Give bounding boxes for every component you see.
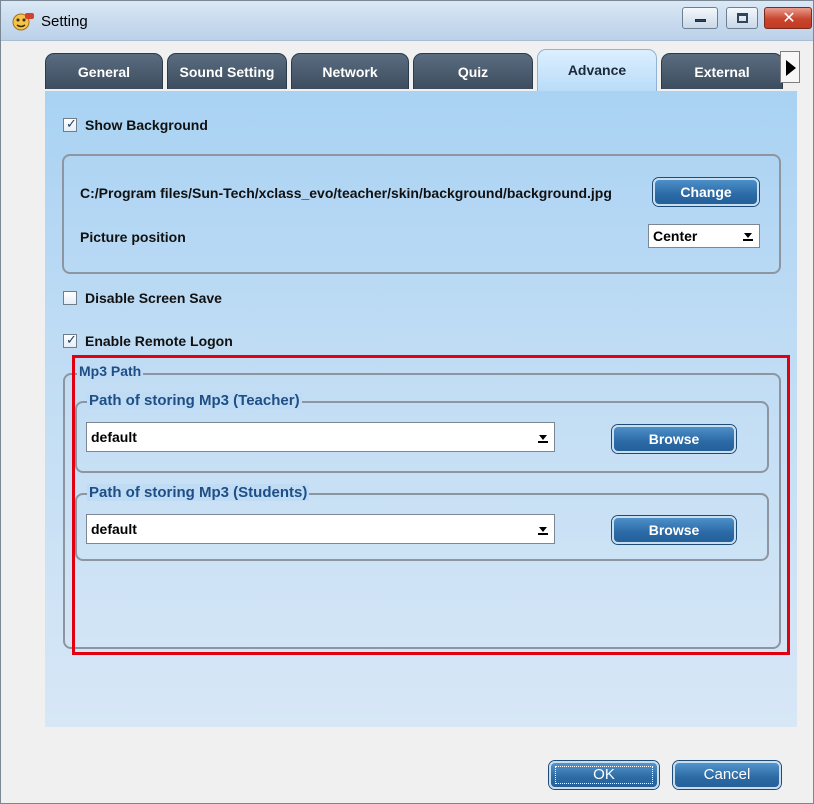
window-title: Setting bbox=[41, 13, 88, 30]
disable-screen-save-label: Disable Screen Save bbox=[85, 290, 222, 306]
show-background-option[interactable]: ✓ Show Background bbox=[63, 115, 208, 135]
dropdown-arrow-icon bbox=[739, 225, 757, 247]
focus-ring bbox=[555, 766, 653, 784]
enable-remote-logon-label: Enable Remote Logon bbox=[85, 333, 233, 349]
picture-position-select[interactable]: Center bbox=[648, 224, 760, 248]
close-button[interactable]: ✕ bbox=[764, 7, 812, 29]
background-settings-group bbox=[62, 154, 781, 274]
ok-button[interactable]: OK bbox=[549, 761, 659, 789]
show-background-label: Show Background bbox=[85, 117, 208, 133]
enable-remote-logon-checkbox[interactable]: ✓ bbox=[63, 333, 77, 348]
checkmark-icon: ✓ bbox=[66, 333, 77, 348]
disable-screen-save-option[interactable]: Disable Screen Save bbox=[63, 288, 222, 308]
enable-remote-logon-option[interactable]: ✓ Enable Remote Logon bbox=[63, 331, 233, 351]
maximize-button[interactable] bbox=[726, 7, 758, 29]
tab-network[interactable]: Network bbox=[291, 53, 409, 89]
tab-strip: General Sound Setting Network Quiz Advan… bbox=[45, 47, 813, 91]
title-bar[interactable]: Setting ✕ bbox=[1, 1, 813, 41]
tab-scroll-right-button[interactable] bbox=[780, 51, 800, 83]
close-icon: ✕ bbox=[782, 8, 796, 27]
tab-general[interactable]: General bbox=[45, 53, 163, 89]
cancel-button[interactable]: Cancel bbox=[673, 761, 781, 789]
app-icon bbox=[11, 11, 35, 33]
checkmark-icon: ✓ bbox=[66, 117, 77, 132]
minimize-icon bbox=[695, 19, 706, 22]
show-background-checkbox[interactable]: ✓ bbox=[63, 117, 77, 132]
picture-position-label: Picture position bbox=[80, 229, 186, 245]
tab-sound-setting[interactable]: Sound Setting bbox=[167, 53, 287, 89]
tab-advance[interactable]: Advance bbox=[537, 49, 657, 91]
minimize-button[interactable] bbox=[682, 7, 718, 29]
red-highlight-box bbox=[72, 355, 790, 655]
background-path-text: C:/Program files/Sun-Tech/xclass_evo/tea… bbox=[80, 185, 612, 201]
arrow-right-icon bbox=[786, 60, 796, 76]
change-button[interactable]: Change bbox=[653, 178, 759, 206]
maximize-icon bbox=[737, 13, 748, 23]
disable-screen-save-checkbox[interactable] bbox=[63, 291, 77, 305]
tab-external[interactable]: External bbox=[661, 53, 783, 89]
tab-quiz[interactable]: Quiz bbox=[413, 53, 533, 89]
picture-position-value: Center bbox=[653, 228, 698, 244]
setting-window: Setting ✕ General Sound Setting Network … bbox=[0, 0, 814, 804]
